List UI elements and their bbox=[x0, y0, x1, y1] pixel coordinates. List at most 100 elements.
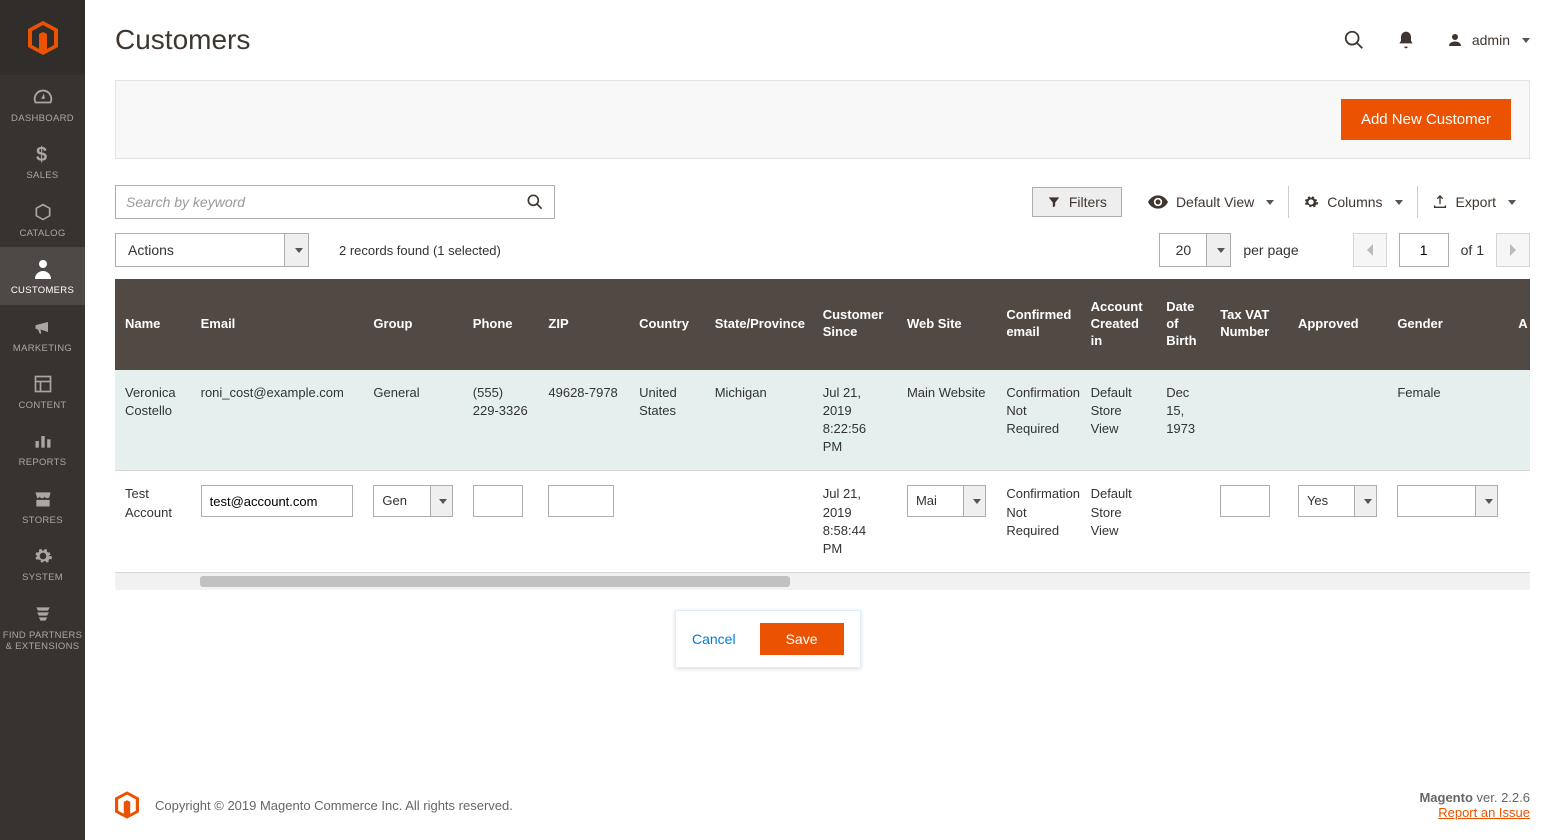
bulk-actions-caret[interactable] bbox=[285, 233, 309, 267]
sidebar-item-find-partners[interactable]: FIND PARTNERS & EXTENSIONS bbox=[0, 592, 85, 661]
sidebar-item-reports[interactable]: REPORTS bbox=[0, 419, 85, 476]
controls-left: Actions 2 records found (1 selected) bbox=[115, 233, 501, 267]
sidebar-item-dashboard[interactable]: DASHBOARD bbox=[0, 75, 85, 132]
columns-button[interactable]: Columns bbox=[1289, 186, 1417, 218]
scrollbar-thumb[interactable] bbox=[200, 576, 790, 587]
user-menu[interactable]: admin bbox=[1446, 31, 1530, 49]
user-label: admin bbox=[1472, 32, 1510, 48]
cell-gender: Female bbox=[1387, 370, 1508, 471]
edit-approved-select[interactable]: Yes bbox=[1298, 485, 1377, 517]
inline-edit-actions: Cancel Save bbox=[675, 610, 861, 668]
sidebar-item-customers[interactable]: CUSTOMERS bbox=[0, 247, 85, 304]
chevron-down-icon bbox=[973, 499, 981, 504]
chevron-down-icon bbox=[1217, 248, 1225, 253]
edit-group-caret[interactable] bbox=[431, 485, 453, 517]
col-name[interactable]: Name bbox=[115, 279, 191, 370]
edit-tax-vat-input[interactable] bbox=[1220, 485, 1270, 517]
logo bbox=[0, 0, 85, 75]
pager-current[interactable] bbox=[1399, 233, 1449, 267]
bell-icon[interactable] bbox=[1394, 28, 1418, 52]
user-icon bbox=[1446, 31, 1464, 49]
table-row-editing[interactable]: Test Account Gen Jul 21, 2019 8:58 bbox=[115, 471, 1530, 573]
cell-since: Jul 21, 2019 8:58:44 PM bbox=[813, 471, 897, 573]
col-phone[interactable]: Phone bbox=[463, 279, 539, 370]
bulk-actions-select[interactable]: Actions bbox=[115, 233, 309, 267]
chevron-left-icon bbox=[1366, 244, 1374, 256]
col-country[interactable]: Country bbox=[629, 279, 705, 370]
chevron-down-icon bbox=[295, 248, 303, 253]
horizontal-scrollbar[interactable] bbox=[115, 573, 1530, 590]
col-since[interactable]: Customer Since bbox=[813, 279, 897, 370]
edit-website-select[interactable]: Mai bbox=[907, 485, 986, 517]
col-gender[interactable]: Gender bbox=[1387, 279, 1508, 370]
edit-approved-caret[interactable] bbox=[1355, 485, 1377, 517]
customers-table: Name Email Group Phone ZIP Country State… bbox=[115, 279, 1530, 573]
search-input[interactable] bbox=[115, 185, 555, 219]
cancel-link[interactable]: Cancel bbox=[692, 631, 736, 647]
sidebar-item-stores[interactable]: STORES bbox=[0, 477, 85, 534]
per-page-label: per page bbox=[1243, 242, 1298, 258]
filters-button[interactable]: Filters bbox=[1032, 187, 1122, 217]
edit-email-input[interactable] bbox=[201, 485, 354, 517]
edit-gender-caret[interactable] bbox=[1476, 485, 1498, 517]
chevron-down-icon bbox=[1395, 200, 1403, 205]
col-overflow[interactable]: A bbox=[1508, 279, 1530, 370]
cell-state bbox=[705, 471, 813, 573]
sidebar-item-marketing[interactable]: MARKETING bbox=[0, 305, 85, 362]
cell-dob bbox=[1156, 471, 1210, 573]
page-size-value: 20 bbox=[1159, 233, 1207, 267]
sidebar-item-label: CATALOG bbox=[19, 228, 65, 239]
edit-group-select[interactable]: Gen bbox=[373, 485, 452, 517]
chevron-down-icon bbox=[1364, 499, 1372, 504]
chevron-down-icon bbox=[1522, 38, 1530, 43]
footer-version-label: Magento bbox=[1419, 790, 1472, 805]
col-confirmed[interactable]: Confirmed email bbox=[996, 279, 1080, 370]
col-dob[interactable]: Date of Birth bbox=[1156, 279, 1210, 370]
export-button[interactable]: Export bbox=[1418, 186, 1530, 218]
sidebar: DASHBOARD $ SALES CATALOG CUSTOMERS MARK… bbox=[0, 0, 85, 840]
controls-right: 20 per page of 1 bbox=[1159, 233, 1530, 267]
save-button[interactable]: Save bbox=[760, 623, 844, 655]
edit-phone-input[interactable] bbox=[473, 485, 523, 517]
default-view-button[interactable]: Default View bbox=[1134, 186, 1289, 218]
col-zip[interactable]: ZIP bbox=[538, 279, 629, 370]
sidebar-item-content[interactable]: CONTENT bbox=[0, 362, 85, 419]
cell-confirmed: Confirmation Not Required bbox=[996, 370, 1080, 471]
col-email[interactable]: Email bbox=[191, 279, 364, 370]
cell-dob: Dec 15, 1973 bbox=[1156, 370, 1210, 471]
col-approved[interactable]: Approved bbox=[1288, 279, 1387, 370]
search-button[interactable] bbox=[515, 185, 555, 219]
col-state[interactable]: State/Province bbox=[705, 279, 813, 370]
page-size-select[interactable]: 20 bbox=[1159, 233, 1231, 267]
pager-next[interactable] bbox=[1496, 233, 1530, 267]
records-found: 2 records found (1 selected) bbox=[339, 243, 501, 258]
default-view-label: Default View bbox=[1176, 194, 1254, 210]
sidebar-item-system[interactable]: SYSTEM bbox=[0, 534, 85, 591]
edit-website-caret[interactable] bbox=[964, 485, 986, 517]
bulk-actions-label: Actions bbox=[115, 233, 285, 267]
cell-country bbox=[629, 471, 705, 573]
cell-group: General bbox=[363, 370, 462, 471]
cell-website: Main Website bbox=[897, 370, 996, 471]
edit-gender-value bbox=[1397, 485, 1476, 517]
search-icon[interactable] bbox=[1342, 28, 1366, 52]
col-tax-vat[interactable]: Tax VAT Number bbox=[1210, 279, 1288, 370]
search-wrap bbox=[115, 185, 555, 219]
action-bar: Add New Customer bbox=[115, 80, 1530, 159]
sidebar-item-catalog[interactable]: CATALOG bbox=[0, 190, 85, 247]
add-new-customer-button[interactable]: Add New Customer bbox=[1341, 99, 1511, 140]
col-created-in[interactable]: Account Created in bbox=[1081, 279, 1157, 370]
sidebar-item-sales[interactable]: $ SALES bbox=[0, 132, 85, 189]
page-size-caret[interactable] bbox=[1207, 233, 1231, 267]
box-icon bbox=[31, 200, 55, 224]
footer-right: Magento ver. 2.2.6 Report an Issue bbox=[1419, 790, 1530, 820]
col-website[interactable]: Web Site bbox=[897, 279, 996, 370]
edit-gender-select[interactable] bbox=[1397, 485, 1498, 517]
pager-prev[interactable] bbox=[1353, 233, 1387, 267]
magento-footer-icon bbox=[115, 791, 139, 819]
table-row[interactable]: Veronica Costello roni_cost@example.com … bbox=[115, 370, 1530, 471]
col-group[interactable]: Group bbox=[363, 279, 462, 370]
edit-zip-input[interactable] bbox=[548, 485, 614, 517]
table-header-row: Name Email Group Phone ZIP Country State… bbox=[115, 279, 1530, 370]
report-issue-link[interactable]: Report an Issue bbox=[1438, 805, 1530, 820]
